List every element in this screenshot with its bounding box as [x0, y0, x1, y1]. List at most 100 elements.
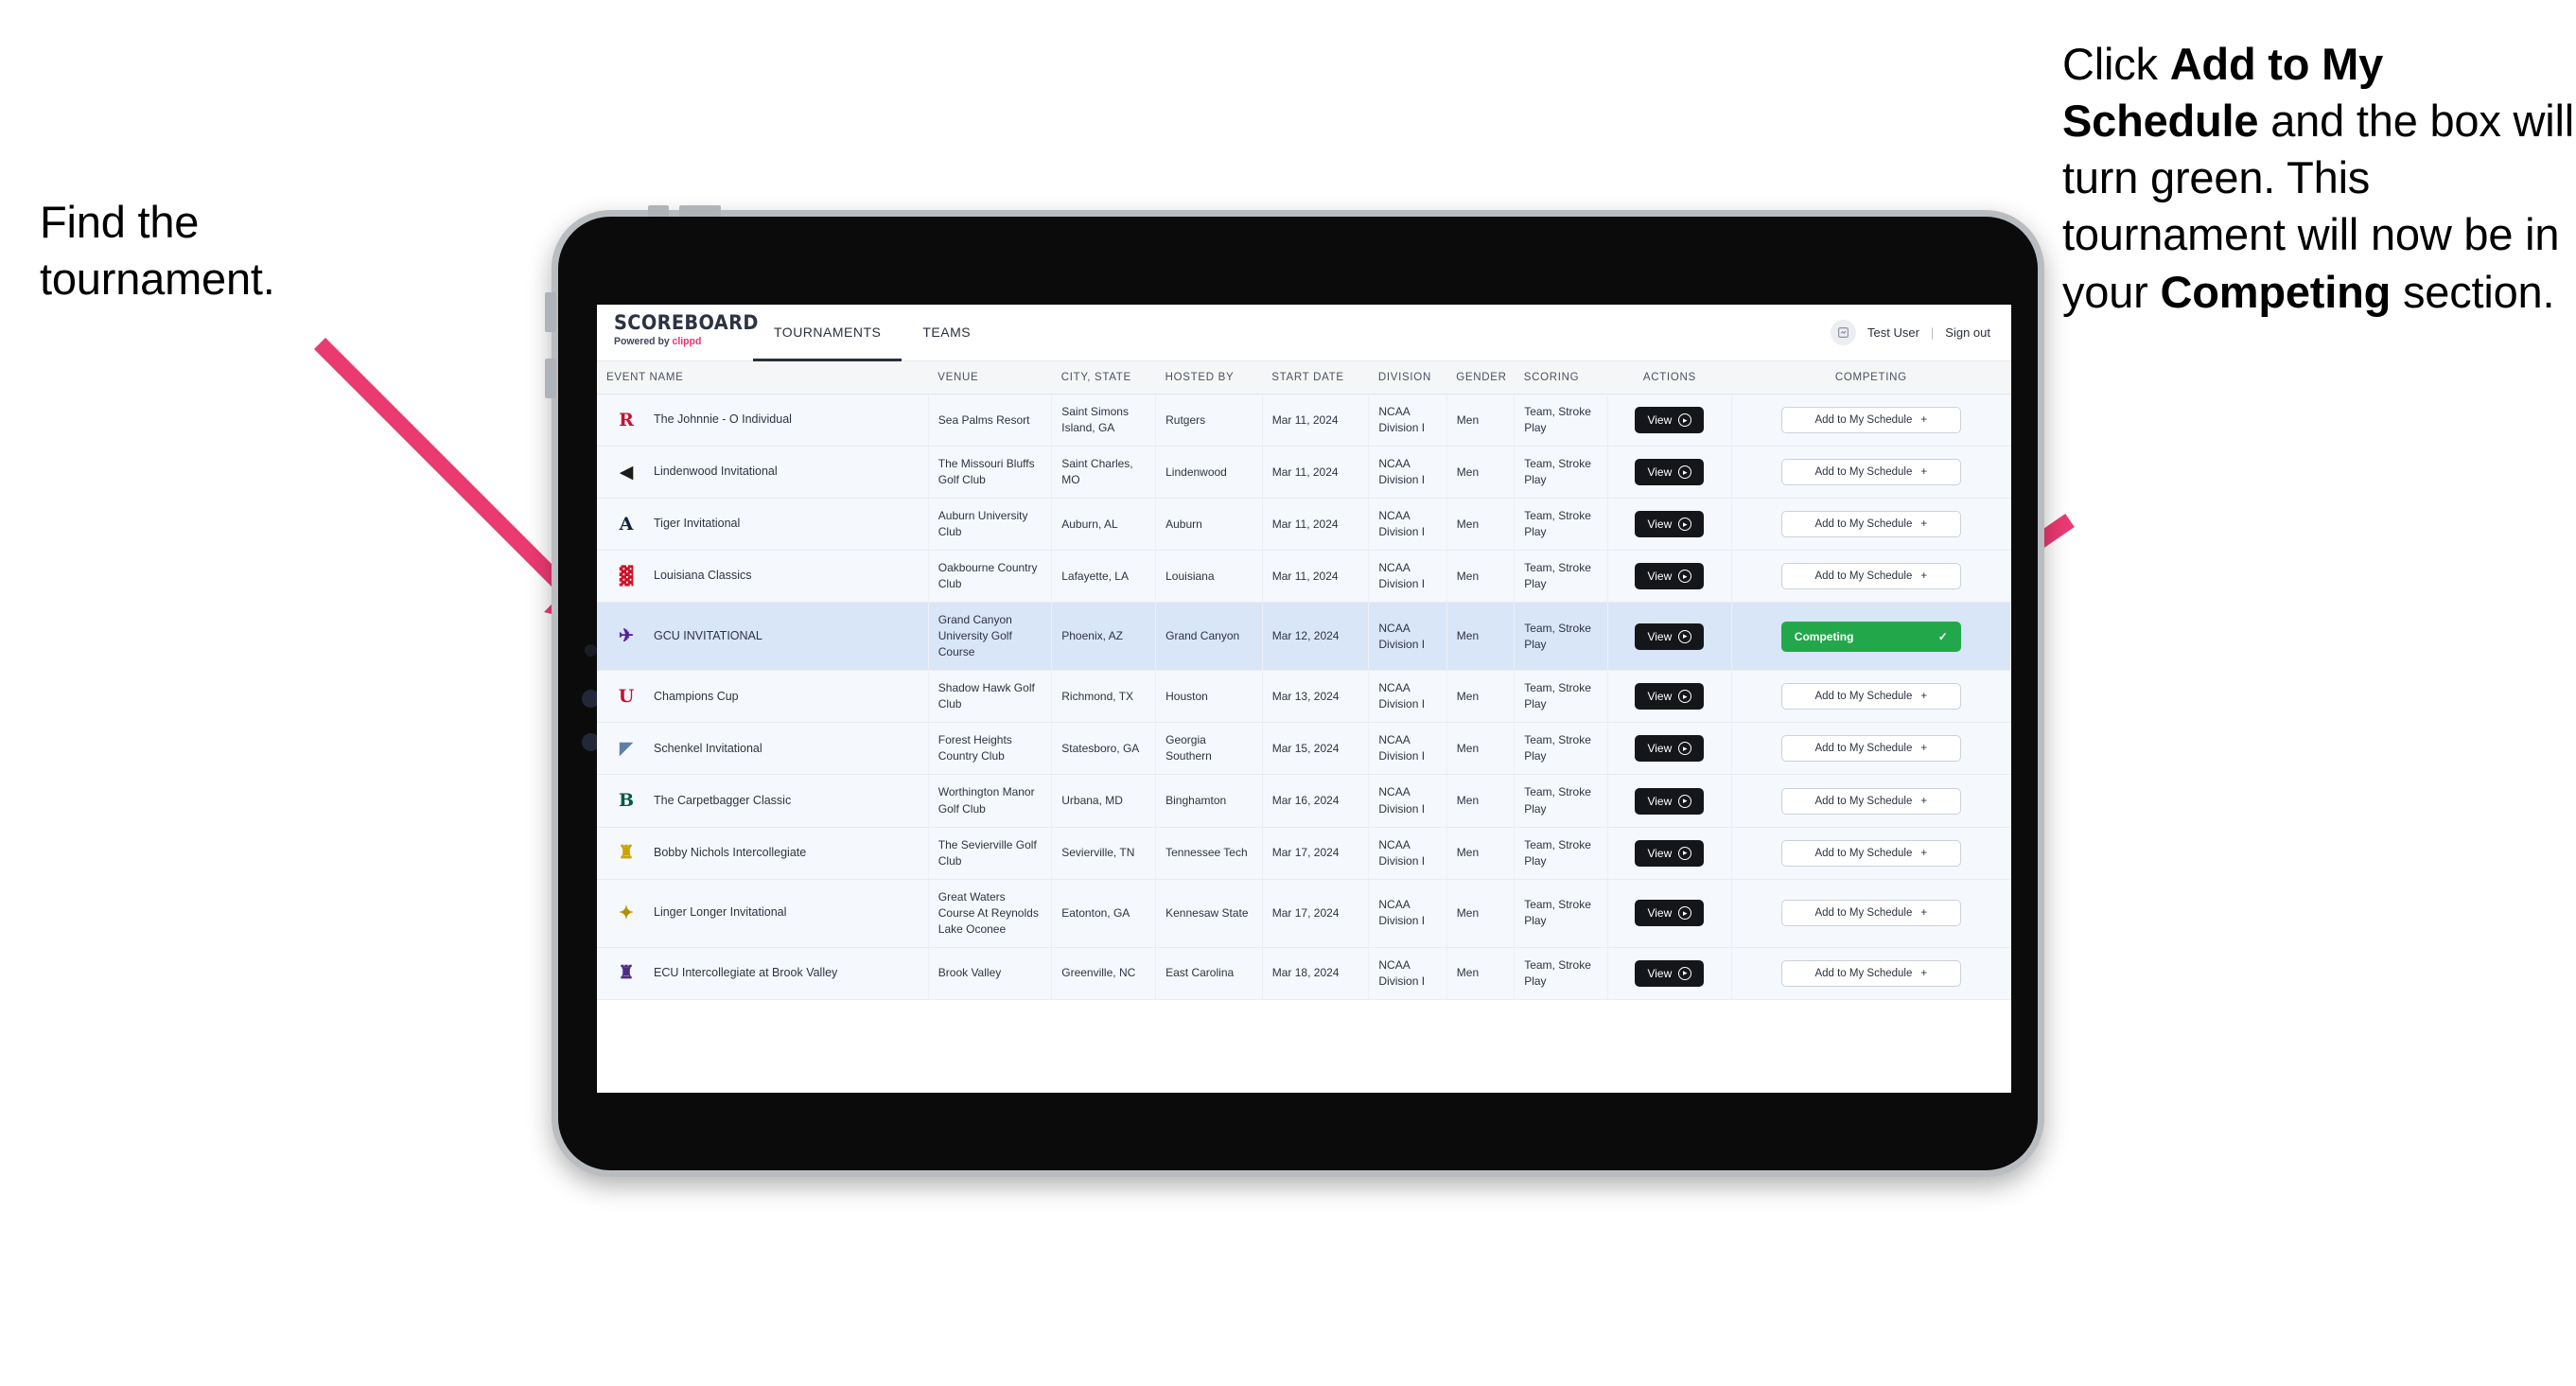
table-row[interactable]: ◀ Lindenwood Invitational The Missouri Blu… [597, 446, 2011, 500]
table-row[interactable]: ✈ GCU INVITATIONAL Grand Canyon University… [597, 602, 2011, 672]
team-logo-icon: U [618, 685, 635, 707]
power-button[interactable] [648, 205, 669, 217]
column-header-start-date[interactable]: START DATE [1262, 361, 1369, 395]
add-to-my-schedule-button[interactable]: Add to My Schedule + [1780, 683, 1961, 711]
cell-gender: Men [1446, 947, 1516, 1000]
column-header-actions[interactable]: ACTIONS [1607, 361, 1732, 395]
plus-icon: + [1920, 570, 1928, 583]
plus-icon: + [1920, 691, 1928, 703]
add-to-my-schedule-label: Add to My Schedule [1814, 847, 1913, 859]
add-to-my-schedule-button[interactable]: Add to My Schedule + [1780, 900, 1961, 927]
power-button-secondary[interactable] [679, 205, 721, 217]
view-button[interactable]: View ▸ [1635, 735, 1705, 763]
user-avatar-icon[interactable] [1831, 320, 1856, 345]
table-row[interactable]: A Tiger Invitational Auburn University Clu… [597, 498, 2011, 552]
cell-city-state: Urbana, MD [1051, 774, 1157, 828]
check-icon: ✓ [1937, 629, 1948, 643]
view-button[interactable]: View ▸ [1635, 839, 1705, 867]
add-to-my-schedule-button[interactable]: Add to My Schedule + [1780, 511, 1961, 538]
table-row[interactable]: ♜ ECU Intercollegiate at Brook Valley Broo… [597, 947, 2011, 1000]
cell-division: NCAA Division I [1368, 602, 1447, 672]
view-button-label: View [1647, 629, 1673, 643]
add-to-my-schedule-button[interactable]: Add to My Schedule + [1780, 787, 1961, 815]
arrow-right-circle-icon: ▸ [1678, 465, 1692, 480]
cell-competing: Add to My Schedule + [1731, 879, 2011, 948]
annotation-right-emphasis: Competing [2160, 266, 2392, 317]
cell-actions: View ▸ [1607, 722, 1732, 776]
tab-teams[interactable]: TEAMS [902, 305, 991, 361]
cell-city-state: Eatonton, GA [1051, 879, 1157, 948]
add-to-my-schedule-button[interactable]: Add to My Schedule + [1780, 563, 1961, 590]
column-header-venue[interactable]: VENUE [928, 361, 1052, 395]
cell-competing: Add to My Schedule + [1731, 670, 2011, 724]
brand-logo[interactable]: SCOREBOARD Powered by clippd [597, 305, 758, 360]
cell-venue: Oakbourne Country Club [928, 550, 1053, 604]
cell-division: NCAA Division I [1368, 827, 1447, 880]
sign-out-link[interactable]: Sign out [1945, 325, 1990, 340]
cell-event-name: A Tiger Invitational [597, 498, 929, 552]
cell-gender: Men [1446, 722, 1516, 776]
add-to-my-schedule-button[interactable]: Add to My Schedule + [1780, 735, 1961, 763]
team-logo-icon: ▓ [619, 565, 634, 587]
cell-gender: Men [1446, 670, 1516, 724]
table-row[interactable]: R The Johnnie - O Individual Sea Palms Res… [597, 394, 2011, 447]
add-to-my-schedule-button[interactable]: Add to My Schedule + [1780, 839, 1961, 867]
column-header-competing[interactable]: COMPETING [1731, 361, 2011, 395]
cell-start-date: Mar 17, 2024 [1262, 827, 1370, 880]
tournaments-table-scroll[interactable]: EVENT NAME VENUE CITY, STATE HOSTED BY START… [597, 361, 2011, 1093]
volume-down-button[interactable] [545, 359, 556, 398]
column-header-scoring[interactable]: SCORING [1514, 361, 1608, 395]
column-header-city-state[interactable]: CITY, STATE [1051, 361, 1156, 395]
view-button[interactable]: View ▸ [1635, 459, 1705, 486]
table-row[interactable]: U Champions Cup Shadow Hawk Golf Club Richm… [597, 670, 2011, 724]
cell-gender: Men [1446, 774, 1516, 828]
team-logo-icon: R [619, 409, 634, 430]
view-button-label: View [1647, 846, 1673, 860]
column-header-gender[interactable]: GENDER [1446, 361, 1515, 395]
cell-actions: View ▸ [1607, 827, 1732, 880]
view-button[interactable]: View ▸ [1635, 683, 1705, 711]
plus-icon: + [1920, 967, 1928, 979]
cell-start-date: Mar 11, 2024 [1262, 550, 1370, 604]
annotation-left-line: tournament. [40, 254, 275, 305]
view-button[interactable]: View ▸ [1635, 511, 1705, 538]
competing-button[interactable]: Competing ✓ [1780, 621, 1961, 652]
cell-scoring: Team, Stroke Play [1514, 446, 1609, 500]
arrow-right-circle-icon: ▸ [1678, 690, 1692, 704]
event-name-label: Bobby Nichols Intercollegiate [654, 845, 807, 859]
add-to-my-schedule-button[interactable]: Add to My Schedule + [1780, 459, 1961, 486]
column-header-division[interactable]: DIVISION [1368, 361, 1447, 395]
view-button-label: View [1647, 413, 1673, 428]
tab-tournaments[interactable]: TOURNAMENTS [753, 305, 902, 361]
column-header-event-name[interactable]: EVENT NAME [597, 361, 929, 395]
table-row[interactable]: ◤ Schenkel Invitational Forest Heights Cou… [597, 722, 2011, 776]
cell-competing: Add to My Schedule + [1731, 550, 2011, 604]
table-row[interactable]: B The Carpetbagger Classic Worthington Man… [597, 774, 2011, 828]
view-button[interactable]: View ▸ [1635, 563, 1705, 590]
cell-venue: Grand Canyon University Golf Course [928, 602, 1053, 672]
add-to-my-schedule-button[interactable]: Add to My Schedule + [1780, 959, 1961, 987]
column-header-hosted-by[interactable]: HOSTED BY [1155, 361, 1263, 395]
team-logo-icon: ✦ [619, 902, 634, 923]
view-button[interactable]: View ▸ [1635, 959, 1705, 987]
event-name-label: GCU INVITATIONAL [654, 628, 762, 642]
view-button[interactable]: View ▸ [1635, 623, 1705, 650]
team-logo-icon: ◀ [619, 461, 634, 482]
table-row[interactable]: ♜ Bobby Nichols Intercollegiate The Sevier… [597, 827, 2011, 880]
table-row[interactable]: ▓ Louisiana Classics Oakbourne Country Clu… [597, 550, 2011, 604]
cell-scoring: Team, Stroke Play [1514, 827, 1609, 880]
table-row[interactable]: ✦ Linger Longer Invitational Great Waters … [597, 879, 2011, 948]
cell-event-name: ◤ Schenkel Invitational [597, 722, 929, 776]
view-button[interactable]: View ▸ [1635, 787, 1705, 815]
cell-gender: Men [1446, 446, 1516, 500]
volume-up-button[interactable] [545, 292, 556, 332]
header-separator: | [1930, 325, 1935, 340]
cell-hosted-by: Houston [1155, 670, 1263, 724]
cell-city-state: Phoenix, AZ [1051, 602, 1157, 672]
arrow-right-circle-icon: ▸ [1678, 413, 1692, 428]
competing-button-label: Competing [1794, 629, 1854, 643]
view-button[interactable]: View ▸ [1635, 900, 1705, 927]
add-to-my-schedule-button[interactable]: Add to My Schedule + [1780, 407, 1961, 434]
arrow-right-circle-icon: ▸ [1678, 966, 1692, 980]
view-button[interactable]: View ▸ [1635, 407, 1705, 434]
